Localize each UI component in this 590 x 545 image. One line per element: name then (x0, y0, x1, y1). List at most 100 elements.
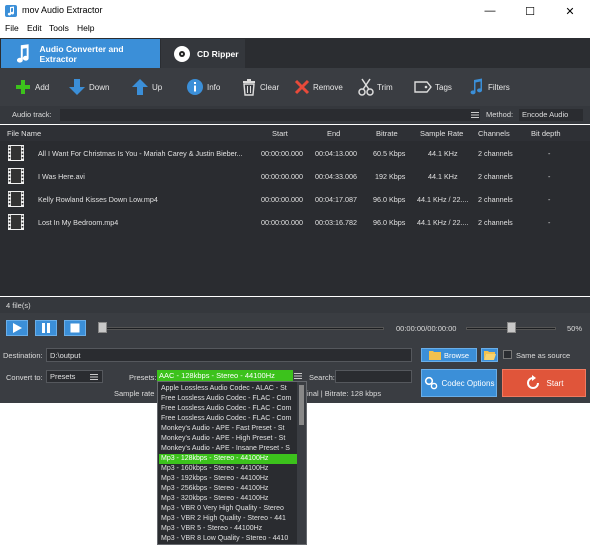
table-row[interactable]: I Was Here.avi 00:00:00.000 00:04:33.006… (0, 164, 590, 187)
same-as-source-checkbox[interactable] (503, 350, 512, 359)
remove-button[interactable]: Remove (294, 77, 343, 97)
preset-option[interactable]: Monkey's Audio - APE - High Preset - St (159, 434, 306, 444)
codec-options-button[interactable]: Codec Options (421, 369, 497, 397)
file-name: Lost In My Bedroom.mp4 (38, 218, 119, 227)
browse-button[interactable]: Browse (421, 348, 477, 362)
search-input[interactable] (335, 370, 412, 383)
column-channels[interactable]: Channels (478, 129, 510, 138)
preset-option[interactable]: Apple Lossless Audio Codec - ALAC - St (159, 384, 306, 394)
dropdown-scrollbar[interactable] (297, 382, 306, 544)
music-note-icon (16, 43, 29, 63)
filters-button[interactable]: Filters (469, 77, 510, 97)
preset-option[interactable]: Monkey's Audio - APE - Fast Preset - St (159, 424, 306, 434)
table-row[interactable]: Lost In My Bedroom.mp4 00:00:00.000 00:0… (0, 210, 590, 233)
info-button[interactable]: Info (186, 77, 220, 97)
minimize-button[interactable]: — (470, 0, 510, 22)
file-start: 00:00:00.000 (261, 172, 303, 181)
tab-audio-converter[interactable]: Audio Converter and Extractor (1, 39, 160, 68)
destination-input[interactable]: D:\output (46, 348, 412, 362)
column-start[interactable]: Start (272, 129, 288, 138)
preset-option[interactable]: Mp3 - 160kbps - Stereo - 44100Hz (159, 464, 306, 474)
preset-option[interactable]: Free Lossless Audio Codec - FLAC - Com (159, 394, 306, 404)
refresh-icon (526, 375, 539, 389)
tag-icon (414, 81, 432, 93)
arrow-down-icon (69, 79, 85, 95)
file-start: 00:00:00.000 (261, 149, 303, 158)
same-as-source-label: Same as source (516, 351, 571, 360)
preset-option[interactable]: Mp3 - 128kbps - Stereo - 44100Hz (159, 454, 306, 464)
preset-option[interactable]: Mp3 - 192kbps - Stereo - 44100Hz (159, 474, 306, 484)
presets-dropdown[interactable]: Apple Lossless Audio Codec - ALAC - St Fr… (157, 381, 307, 545)
convert-to-select[interactable]: Presets (46, 370, 103, 383)
preset-option[interactable]: Mp3 - VBR 8 Low Quality - Stereo - 4410 (159, 534, 306, 544)
method-select[interactable]: Encode Audio (519, 109, 583, 121)
preset-option[interactable]: Free Lossless Audio Codec - FLAC - Com (159, 414, 306, 424)
file-bit-depth: - (548, 195, 551, 204)
file-list[interactable]: All I Want For Christmas Is You - Mariah… (0, 141, 590, 296)
tab-cd-ripper[interactable]: CD Ripper (161, 39, 245, 68)
menu-edit[interactable]: Edit (27, 23, 42, 33)
volume-slider-thumb[interactable] (506, 322, 516, 333)
settings-icon (424, 376, 437, 390)
column-bit-depth[interactable]: Bit depth (531, 129, 561, 138)
preset-option[interactable]: Mp3 - VBR 0 Very High Quality - Stereo (159, 504, 306, 514)
preset-option[interactable]: Mp3 - VBR 2 High Quality - Stereo - 441 (159, 514, 306, 524)
file-end: 00:03:16.782 (315, 218, 357, 227)
window-title: mov Audio Extractor (22, 5, 103, 15)
plus-icon (16, 80, 30, 94)
play-icon (13, 323, 22, 333)
preset-option[interactable]: Monkey's Audio - APE - Insane Preset - S (159, 444, 306, 454)
column-end[interactable]: End (327, 129, 340, 138)
stop-button[interactable] (64, 320, 86, 336)
menu-icon (471, 112, 479, 118)
file-count: 4 file(s) (6, 301, 31, 310)
column-bitrate[interactable]: Bitrate (376, 129, 398, 138)
table-row[interactable]: All I Want For Christmas Is You - Mariah… (0, 141, 590, 164)
menu-icon[interactable] (294, 373, 302, 379)
search-label: Search: (309, 373, 335, 382)
file-start: 00:00:00.000 (261, 218, 303, 227)
audio-track-select[interactable] (60, 109, 480, 121)
film-icon (8, 168, 24, 184)
play-button[interactable] (6, 320, 28, 336)
minimize-icon: — (484, 5, 496, 17)
menu-help[interactable]: Help (77, 23, 94, 33)
file-name: I Was Here.avi (38, 172, 85, 181)
seek-slider[interactable] (98, 327, 384, 330)
column-file-name[interactable]: File Name (7, 129, 41, 138)
menu-tools[interactable]: Tools (49, 23, 69, 33)
column-sample-rate[interactable]: Sample Rate (420, 129, 463, 138)
start-button[interactable]: Start (502, 369, 586, 397)
dropdown-scrollbar-thumb[interactable] (299, 385, 304, 425)
pause-button[interactable] (35, 320, 57, 336)
preset-option[interactable]: Mp3 - 256kbps - Stereo - 44100Hz (159, 484, 306, 494)
file-channels: 2 channels (478, 195, 513, 204)
table-row[interactable]: Kelly Rowland Kisses Down Low.mp4 00:00:… (0, 187, 590, 210)
maximize-button[interactable]: ☐ (510, 0, 550, 22)
scissors-icon (358, 78, 374, 96)
film-icon (8, 191, 24, 207)
up-button[interactable]: Up (131, 77, 162, 97)
clear-button[interactable]: Clear (241, 77, 279, 97)
tags-button[interactable]: Tags (414, 77, 452, 97)
add-button[interactable]: Add (14, 77, 49, 97)
down-button[interactable]: Down (68, 77, 109, 97)
film-icon (8, 214, 24, 230)
open-folder-button[interactable] (481, 348, 498, 362)
tab-label: CD Ripper (197, 48, 239, 59)
preset-option[interactable]: Mp3 - 320kbps - Stereo - 44100Hz (159, 494, 306, 504)
sample-rate-label: Sample rate (114, 389, 155, 398)
seek-slider-thumb[interactable] (98, 322, 107, 333)
close-button[interactable]: ✕ (550, 0, 590, 22)
menu-file[interactable]: File (5, 23, 19, 33)
open-folder-icon (483, 351, 496, 360)
preset-option[interactable]: Free Lossless Audio Codec - FLAC - Com (159, 404, 306, 414)
file-start: 00:00:00.000 (261, 195, 303, 204)
trim-button[interactable]: Trim (358, 77, 393, 97)
destination-label: Destination: (3, 351, 43, 360)
file-bit-depth: - (548, 149, 551, 158)
filter-note-icon (470, 78, 483, 95)
file-end: 00:04:17.087 (315, 195, 357, 204)
preset-option[interactable]: Mp3 - VBR 5 - Stereo - 44100Hz (159, 524, 306, 534)
status-bar: 4 file(s) (0, 297, 590, 313)
